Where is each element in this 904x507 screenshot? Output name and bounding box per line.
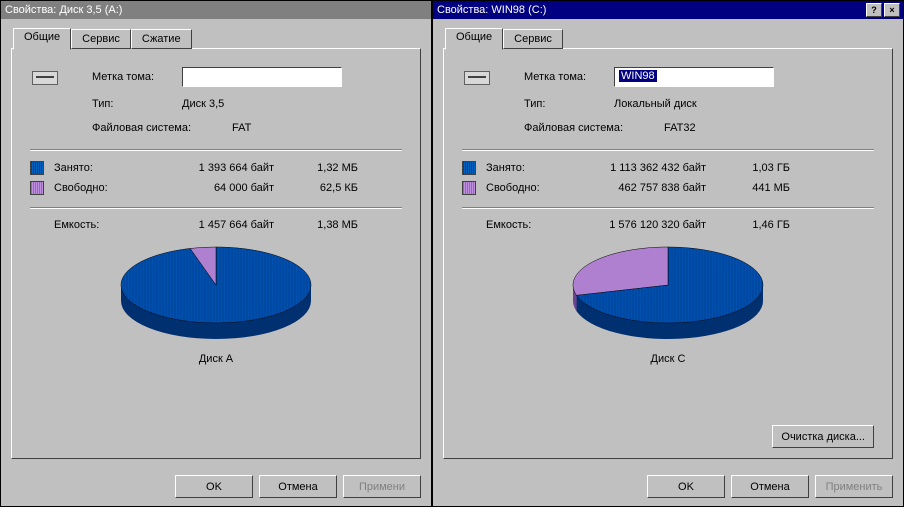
free-caption: Свободно: [54, 182, 138, 194]
used-swatch-icon [30, 161, 44, 175]
separator [462, 149, 874, 151]
tabstrip: Общие Сервис [443, 27, 893, 49]
separator [462, 207, 874, 209]
tab-compression[interactable]: Сжатие [131, 29, 192, 49]
type-caption: Тип: [524, 98, 614, 110]
free-human: 62,5 КБ [298, 182, 358, 194]
ok-button[interactable]: OK [175, 475, 253, 498]
volume-label-caption: Метка тома: [92, 71, 182, 83]
separator [30, 149, 402, 151]
capacity-human: 1,38 МБ [298, 219, 358, 231]
used-caption: Занято: [54, 162, 138, 174]
tab-general[interactable]: Общие [13, 28, 71, 50]
dialog-buttons: OK Отмена Применить [433, 467, 903, 506]
hard-drive-icon [462, 65, 494, 89]
used-bytes: 1 393 664 байт [138, 162, 298, 174]
disk-cleanup-button[interactable]: Очистка диска... [772, 425, 874, 448]
client-area: Общие Сервис Сжатие Метка тома: Тип: Дис… [1, 19, 431, 467]
tab-service[interactable]: Сервис [71, 29, 131, 49]
type-caption: Тип: [92, 98, 182, 110]
used-human: 1,32 МБ [298, 162, 358, 174]
capacity-caption: Емкость: [54, 219, 138, 231]
cancel-button[interactable]: Отмена [731, 475, 809, 498]
pie-chart-icon [563, 237, 773, 347]
free-swatch-icon [30, 181, 44, 195]
tabstrip: Общие Сервис Сжатие [11, 27, 421, 49]
ok-button[interactable]: OK [647, 475, 725, 498]
help-button[interactable]: ? [866, 3, 882, 17]
titlebar[interactable]: Свойства: WIN98 (C:) ? × [433, 1, 903, 19]
titlebar[interactable]: Свойства: Диск 3,5 (A:) [1, 1, 431, 19]
fs-value: FAT [232, 122, 251, 134]
type-value: Диск 3,5 [182, 98, 224, 110]
free-bytes: 462 757 838 байт [570, 182, 730, 194]
tab-service[interactable]: Сервис [503, 29, 563, 49]
properties-window-c: Свойства: WIN98 (C:) ? × Общие Сервис Ме… [432, 0, 904, 507]
window-title: Свойства: Диск 3,5 (A:) [5, 4, 428, 16]
volume-label-caption: Метка тома: [524, 71, 614, 83]
free-swatch-icon [462, 181, 476, 195]
fs-caption: Файловая система: [524, 122, 664, 134]
free-caption: Свободно: [486, 182, 570, 194]
separator [30, 207, 402, 209]
cancel-button[interactable]: Отмена [259, 475, 337, 498]
floppy-drive-icon [30, 65, 62, 89]
client-area: Общие Сервис Метка тома: WIN98 Тип: Лока… [433, 19, 903, 467]
used-bytes: 1 113 362 432 байт [570, 162, 730, 174]
pie-chart-a: Диск A [30, 237, 402, 448]
tab-panel-general: Метка тома: WIN98 Тип: Локальный диск Фа… [443, 48, 893, 459]
capacity-caption: Емкость: [486, 219, 570, 231]
free-human: 441 МБ [730, 182, 790, 194]
pie-caption: Диск C [651, 353, 686, 365]
window-title: Свойства: WIN98 (C:) [437, 4, 864, 16]
fs-value: FAT32 [664, 122, 696, 134]
used-caption: Занято: [486, 162, 570, 174]
capacity-human: 1,46 ГБ [730, 219, 790, 231]
pie-chart-c: Диск C Очистка диска... [462, 237, 874, 448]
used-human: 1,03 ГБ [730, 162, 790, 174]
close-button[interactable]: × [884, 3, 900, 17]
volume-label-input[interactable] [182, 67, 342, 87]
tab-panel-general: Метка тома: Тип: Диск 3,5 Файловая систе… [11, 48, 421, 459]
pie-chart-icon [111, 237, 321, 347]
volume-label-input[interactable]: WIN98 [614, 67, 774, 87]
tab-general[interactable]: Общие [445, 28, 503, 50]
dialog-buttons: OK Отмена Примени [1, 467, 431, 506]
pie-caption: Диск A [199, 353, 233, 365]
used-swatch-icon [462, 161, 476, 175]
apply-button[interactable]: Примени [343, 475, 421, 498]
fs-caption: Файловая система: [92, 122, 232, 134]
type-value: Локальный диск [614, 98, 697, 110]
capacity-bytes: 1 457 664 байт [138, 219, 298, 231]
properties-window-a: Свойства: Диск 3,5 (A:) Общие Сервис Сжа… [0, 0, 432, 507]
capacity-bytes: 1 576 120 320 байт [570, 219, 730, 231]
free-bytes: 64 000 байт [138, 182, 298, 194]
apply-button[interactable]: Применить [815, 475, 893, 498]
